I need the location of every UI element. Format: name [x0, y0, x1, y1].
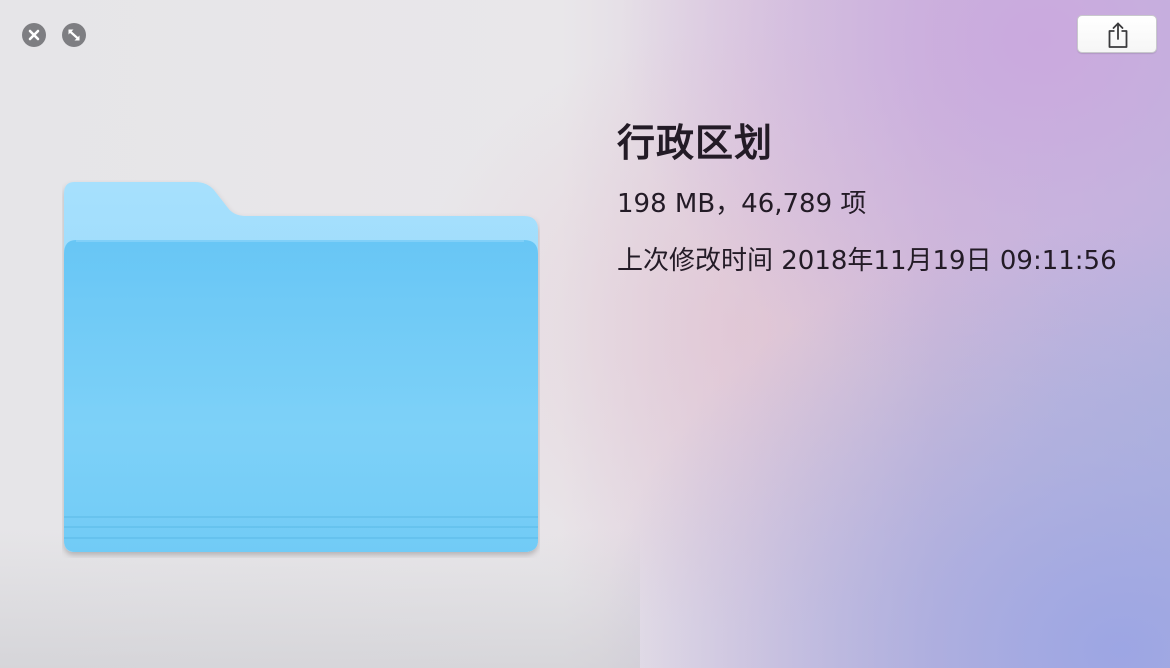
- modified-date: 上次修改时间 2018年11月19日 09:11:56: [617, 246, 1117, 276]
- fullscreen-button[interactable]: [62, 23, 86, 47]
- close-button[interactable]: [22, 23, 46, 47]
- fullscreen-icon: [68, 29, 80, 41]
- close-icon: [28, 29, 40, 41]
- share-icon: [1108, 22, 1128, 48]
- file-name: 行政区划: [617, 121, 774, 165]
- share-button[interactable]: [1077, 15, 1157, 53]
- file-size-and-count: 198 MB，46,789 项: [617, 189, 867, 219]
- quick-look-window: 行政区划 198 MB，46,789 项 上次修改时间 2018年11月19日 …: [0, 0, 1170, 668]
- folder-icon: [64, 182, 538, 552]
